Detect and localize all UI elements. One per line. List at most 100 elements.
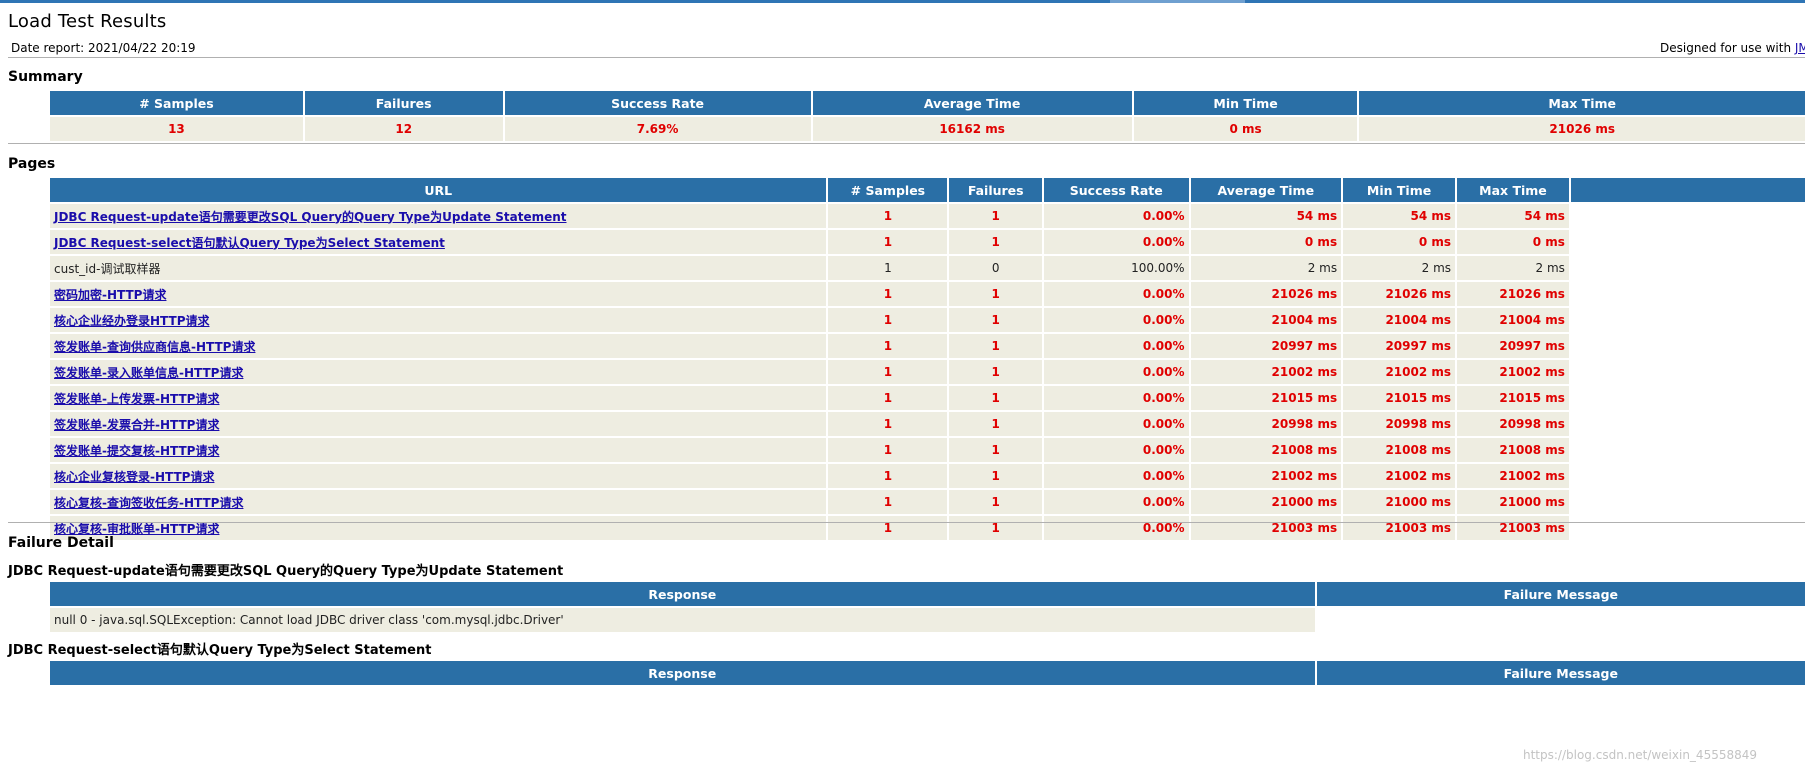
jmeter-link[interactable]: JM bbox=[1795, 41, 1805, 55]
request-link[interactable]: 核心复核-审批账单-HTTP请求 bbox=[54, 522, 219, 536]
table-row: cust_id-调试取样器 1 0 100.00% 2 ms 2 ms 2 ms bbox=[50, 256, 1805, 280]
max-time-cell: 21015 ms bbox=[1457, 386, 1569, 410]
request-link[interactable]: 核心企业经办登录HTTP请求 bbox=[54, 314, 210, 328]
summary-heading: Summary bbox=[8, 69, 83, 85]
failure-table: Response Failure Message null 0 - java.s… bbox=[48, 580, 1805, 634]
average-time-cell: 21015 ms bbox=[1190, 386, 1342, 410]
column-header[interactable]: Failure Message bbox=[1316, 661, 1805, 685]
table-row: 核心企业复核登录-HTTP请求 1 1 0.00% 21002 ms 21002 ms 21… bbox=[50, 464, 1805, 488]
min-time-cell: 21002 ms bbox=[1343, 360, 1456, 384]
samples-cell: 1 bbox=[828, 360, 948, 384]
summary-max-time: 21026 ms bbox=[1359, 117, 1805, 141]
column-header[interactable]: # Samples bbox=[50, 91, 303, 115]
column-header[interactable]: # Samples bbox=[828, 178, 948, 202]
url-cell: JDBC Request-update语句需要更改SQL Query的Query… bbox=[50, 204, 827, 228]
failure-row: null 0 - java.sql.SQLException: Cannot l… bbox=[50, 608, 1805, 632]
pages-header-row: URL # Samples Failures Success Rate Aver… bbox=[50, 178, 1805, 202]
column-header[interactable]: Max Time bbox=[1359, 91, 1805, 115]
average-time-cell: 0 ms bbox=[1190, 230, 1342, 254]
column-header[interactable]: URL bbox=[50, 178, 827, 202]
request-link[interactable]: 签发账单-提交复核-HTTP请求 bbox=[54, 444, 219, 458]
failures-cell: 1 bbox=[949, 282, 1043, 306]
table-row: 核心企业经办登录HTTP请求 1 1 0.00% 21004 ms 21004 ms 210… bbox=[50, 308, 1805, 332]
max-time-cell: 20997 ms bbox=[1457, 334, 1569, 358]
extra-cell bbox=[1570, 490, 1805, 514]
request-link[interactable]: 核心复核-查询签收任务-HTTP请求 bbox=[54, 496, 243, 510]
column-header[interactable]: Response bbox=[50, 582, 1315, 606]
table-row: 签发账单-发票合并-HTTP请求 1 1 0.00% 20998 ms 20998 ms 2… bbox=[50, 412, 1805, 436]
success-rate-cell: 0.00% bbox=[1044, 412, 1189, 436]
table-row: 签发账单-录入账单信息-HTTP请求 1 1 0.00% 21002 ms 21002 m… bbox=[50, 360, 1805, 384]
column-header[interactable]: Failure Message bbox=[1316, 582, 1805, 606]
extra-cell bbox=[1570, 438, 1805, 462]
extra-cell bbox=[1570, 334, 1805, 358]
column-header[interactable]: Success Rate bbox=[504, 91, 811, 115]
min-time-cell: 21008 ms bbox=[1343, 438, 1456, 462]
extra-cell bbox=[1570, 386, 1805, 410]
failures-cell: 1 bbox=[949, 334, 1043, 358]
failures-cell: 1 bbox=[949, 438, 1043, 462]
column-header[interactable]: Min Time bbox=[1133, 91, 1358, 115]
max-time-cell: 21002 ms bbox=[1457, 464, 1569, 488]
table-row: 签发账单-上传发票-HTTP请求 1 1 0.00% 21015 ms 21015 ms 2… bbox=[50, 386, 1805, 410]
max-time-cell: 21003 ms bbox=[1457, 516, 1569, 540]
url-cell: 核心企业复核登录-HTTP请求 bbox=[50, 464, 827, 488]
failure-group-title: JDBC Request-select语句默认Query Type为Select… bbox=[8, 643, 432, 658]
samples-cell: 1 bbox=[828, 464, 948, 488]
column-header[interactable]: Failures bbox=[949, 178, 1043, 202]
summary-failures: 12 bbox=[304, 117, 503, 141]
url-cell: JDBC Request-select语句默认Query Type为Select… bbox=[50, 230, 827, 254]
browser-top-bar bbox=[0, 0, 1805, 3]
table-row: 签发账单-查询供应商信息-HTTP请求 1 1 0.00% 20997 ms 20997 … bbox=[50, 334, 1805, 358]
summary-values-row: 13 12 7.69% 16162 ms 0 ms 21026 ms bbox=[50, 117, 1805, 141]
table-row: 核心复核-审批账单-HTTP请求 1 1 0.00% 21003 ms 21003 ms 2… bbox=[50, 516, 1805, 540]
average-time-cell: 20998 ms bbox=[1190, 412, 1342, 436]
failures-cell: 0 bbox=[949, 256, 1043, 280]
extra-cell bbox=[1570, 256, 1805, 280]
url-cell: 签发账单-录入账单信息-HTTP请求 bbox=[50, 360, 827, 384]
samples-cell: 1 bbox=[828, 256, 948, 280]
table-row: JDBC Request-update语句需要更改SQL Query的Query… bbox=[50, 204, 1805, 228]
request-link[interactable]: 签发账单-查询供应商信息-HTTP请求 bbox=[54, 340, 255, 354]
max-time-cell: 54 ms bbox=[1457, 204, 1569, 228]
request-link[interactable]: JDBC Request-update语句需要更改SQL Query的Query… bbox=[54, 210, 567, 224]
column-header[interactable]: Response bbox=[50, 661, 1315, 685]
failures-cell: 1 bbox=[949, 308, 1043, 332]
request-link[interactable]: JDBC Request-select语句默认Query Type为Select… bbox=[54, 236, 445, 250]
samples-cell: 1 bbox=[828, 516, 948, 540]
min-time-cell: 0 ms bbox=[1343, 230, 1456, 254]
failure-table: Response Failure Message bbox=[48, 659, 1805, 687]
min-time-cell: 21002 ms bbox=[1343, 464, 1456, 488]
request-link[interactable]: 签发账单-录入账单信息-HTTP请求 bbox=[54, 366, 243, 380]
url-cell: 核心复核-查询签收任务-HTTP请求 bbox=[50, 490, 827, 514]
failures-cell: 1 bbox=[949, 490, 1043, 514]
failure-header-row: Response Failure Message bbox=[50, 582, 1805, 606]
min-time-cell: 21004 ms bbox=[1343, 308, 1456, 332]
divider bbox=[8, 143, 1805, 144]
max-time-cell: 2 ms bbox=[1457, 256, 1569, 280]
failures-cell: 1 bbox=[949, 412, 1043, 436]
column-header[interactable]: Average Time bbox=[812, 91, 1132, 115]
column-header[interactable]: Success Rate bbox=[1044, 178, 1189, 202]
column-header[interactable]: Failures bbox=[304, 91, 503, 115]
column-header[interactable]: Average Time bbox=[1190, 178, 1342, 202]
column-header[interactable]: Max Time bbox=[1457, 178, 1569, 202]
request-link[interactable]: 签发账单-发票合并-HTTP请求 bbox=[54, 418, 219, 432]
success-rate-cell: 0.00% bbox=[1044, 204, 1189, 228]
summary-average-time: 16162 ms bbox=[812, 117, 1132, 141]
url-cell: 签发账单-发票合并-HTTP请求 bbox=[50, 412, 827, 436]
url-cell: 密码加密-HTTP请求 bbox=[50, 282, 827, 306]
max-time-cell: 21026 ms bbox=[1457, 282, 1569, 306]
extra-cell bbox=[1570, 412, 1805, 436]
designed-prefix: Designed for use with bbox=[1660, 41, 1795, 55]
url-cell: 签发账单-查询供应商信息-HTTP请求 bbox=[50, 334, 827, 358]
column-header[interactable]: Min Time bbox=[1343, 178, 1456, 202]
request-link[interactable]: 核心企业复核登录-HTTP请求 bbox=[54, 470, 214, 484]
table-row: JDBC Request-select语句默认Query Type为Select… bbox=[50, 230, 1805, 254]
samples-cell: 1 bbox=[828, 282, 948, 306]
samples-cell: 1 bbox=[828, 490, 948, 514]
success-rate-cell: 0.00% bbox=[1044, 308, 1189, 332]
request-link[interactable]: 签发账单-上传发票-HTTP请求 bbox=[54, 392, 219, 406]
pages-table: URL # Samples Failures Success Rate Aver… bbox=[48, 176, 1805, 542]
request-link[interactable]: 密码加密-HTTP请求 bbox=[54, 288, 166, 302]
